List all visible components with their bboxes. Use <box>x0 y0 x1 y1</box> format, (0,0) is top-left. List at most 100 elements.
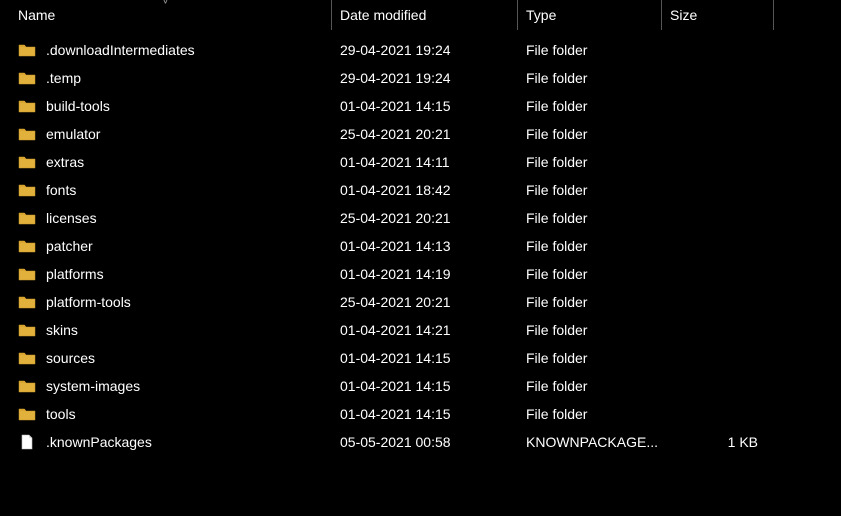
file-name-cell: .temp <box>0 70 332 86</box>
file-date-cell: 25-04-2021 20:21 <box>332 210 518 226</box>
file-name-cell: sources <box>0 350 332 366</box>
folder-icon <box>18 70 36 86</box>
file-type-cell: File folder <box>518 238 662 254</box>
file-name-label: tools <box>46 406 76 422</box>
folder-icon <box>18 294 36 310</box>
file-name-cell: build-tools <box>0 98 332 114</box>
file-type-cell: KNOWNPACKAGE... <box>518 434 662 450</box>
folder-icon <box>18 42 36 58</box>
file-name-cell: licenses <box>0 210 332 226</box>
file-row[interactable]: system-images 01-04-2021 14:15File folder <box>0 372 841 400</box>
file-name-label: licenses <box>46 210 97 226</box>
file-name-cell: .knownPackages <box>0 434 332 450</box>
file-type-cell: File folder <box>518 406 662 422</box>
file-name-label: .knownPackages <box>46 434 152 450</box>
file-name-label: build-tools <box>46 98 110 114</box>
file-type-cell: File folder <box>518 126 662 142</box>
folder-icon <box>18 378 36 394</box>
file-row[interactable]: skins01-04-2021 14:21File folder <box>0 316 841 344</box>
column-header-size[interactable]: Size <box>662 0 774 30</box>
file-row[interactable]: emulator25-04-2021 20:21File folder <box>0 120 841 148</box>
file-row[interactable]: licenses 25-04-2021 20:21File folder <box>0 204 841 232</box>
file-name-cell: patcher <box>0 238 332 254</box>
file-row[interactable]: build-tools 01-04-2021 14:15File folder <box>0 92 841 120</box>
file-date-cell: 01-04-2021 18:42 <box>332 182 518 198</box>
file-name-label: patcher <box>46 238 93 254</box>
file-name-label: extras <box>46 154 84 170</box>
file-type-cell: File folder <box>518 210 662 226</box>
file-name-label: skins <box>46 322 78 338</box>
column-header-name-label: Name <box>18 7 55 23</box>
folder-icon <box>18 238 36 254</box>
folder-icon <box>18 266 36 282</box>
file-row[interactable]: .downloadIntermediates 29-04-2021 19:24Fi… <box>0 36 841 64</box>
file-row[interactable]: .knownPackages 05-05-2021 00:58KNOWNPACKA… <box>0 428 841 456</box>
file-name-cell: .downloadIntermediates <box>0 42 332 58</box>
file-name-cell: extras <box>0 154 332 170</box>
folder-icon <box>18 126 36 142</box>
file-type-cell: File folder <box>518 42 662 58</box>
file-date-cell: 05-05-2021 00:58 <box>332 434 518 450</box>
file-date-cell: 25-04-2021 20:21 <box>332 294 518 310</box>
file-name-label: emulator <box>46 126 100 142</box>
file-type-cell: File folder <box>518 266 662 282</box>
file-row[interactable]: platform-tools 25-04-2021 20:21File folde… <box>0 288 841 316</box>
file-name-cell: system-images <box>0 378 332 394</box>
file-date-cell: 29-04-2021 19:24 <box>332 70 518 86</box>
file-date-cell: 29-04-2021 19:24 <box>332 42 518 58</box>
file-row[interactable]: sources 01-04-2021 14:15File folder <box>0 344 841 372</box>
folder-icon <box>18 210 36 226</box>
file-name-label: fonts <box>46 182 76 198</box>
file-type-cell: File folder <box>518 350 662 366</box>
file-name-label: platform-tools <box>46 294 131 310</box>
folder-icon <box>18 350 36 366</box>
file-type-cell: File folder <box>518 182 662 198</box>
file-name-cell: platform-tools <box>0 294 332 310</box>
sort-arrow-icon: ˅ <box>162 0 168 6</box>
file-row[interactable]: platforms 01-04-2021 14:19File folder <box>0 260 841 288</box>
file-date-cell: 01-04-2021 14:13 <box>332 238 518 254</box>
file-name-label: platforms <box>46 266 104 282</box>
file-name-label: sources <box>46 350 95 366</box>
file-type-cell: File folder <box>518 98 662 114</box>
column-header-date[interactable]: Date modified <box>332 0 518 30</box>
file-name-label: .temp <box>46 70 81 86</box>
column-header-name[interactable]: Name ˅ <box>0 0 332 30</box>
file-row[interactable]: fonts 01-04-2021 18:42File folder <box>0 176 841 204</box>
file-type-cell: File folder <box>518 70 662 86</box>
file-row[interactable]: patcher 01-04-2021 14:13File folder <box>0 232 841 260</box>
column-header-row: Name ˅ Date modified Type Size <box>0 0 841 30</box>
file-name-label: .downloadIntermediates <box>46 42 195 58</box>
file-name-cell: platforms <box>0 266 332 282</box>
column-header-type[interactable]: Type <box>518 0 662 30</box>
file-type-cell: File folder <box>518 378 662 394</box>
column-header-date-label: Date modified <box>340 7 426 23</box>
folder-icon <box>18 406 36 422</box>
file-name-cell: skins <box>0 322 332 338</box>
file-date-cell: 01-04-2021 14:15 <box>332 350 518 366</box>
file-row[interactable]: extras 01-04-2021 14:11File folder <box>0 148 841 176</box>
file-row[interactable]: .temp 29-04-2021 19:24File folder <box>0 64 841 92</box>
file-date-cell: 01-04-2021 14:19 <box>332 266 518 282</box>
folder-icon <box>18 322 36 338</box>
file-name-label: system-images <box>46 378 140 394</box>
folder-icon <box>18 98 36 114</box>
file-name-cell: tools <box>0 406 332 422</box>
file-icon <box>18 434 36 450</box>
file-type-cell: File folder <box>518 322 662 338</box>
file-date-cell: 01-04-2021 14:15 <box>332 98 518 114</box>
column-header-size-label: Size <box>670 7 697 23</box>
file-date-cell: 01-04-2021 14:11 <box>332 154 518 170</box>
file-name-cell: fonts <box>0 182 332 198</box>
file-date-cell: 01-04-2021 14:15 <box>332 406 518 422</box>
file-type-cell: File folder <box>518 294 662 310</box>
folder-icon <box>18 154 36 170</box>
folder-icon <box>18 182 36 198</box>
file-row[interactable]: tools 01-04-2021 14:15File folder <box>0 400 841 428</box>
file-list: .downloadIntermediates29-04-2021 19:24Fi… <box>0 30 841 456</box>
file-size-cell: 1 KB <box>662 434 774 450</box>
column-header-type-label: Type <box>526 7 556 23</box>
file-type-cell: File folder <box>518 154 662 170</box>
file-name-cell: emulator <box>0 126 332 142</box>
file-date-cell: 01-04-2021 14:15 <box>332 378 518 394</box>
